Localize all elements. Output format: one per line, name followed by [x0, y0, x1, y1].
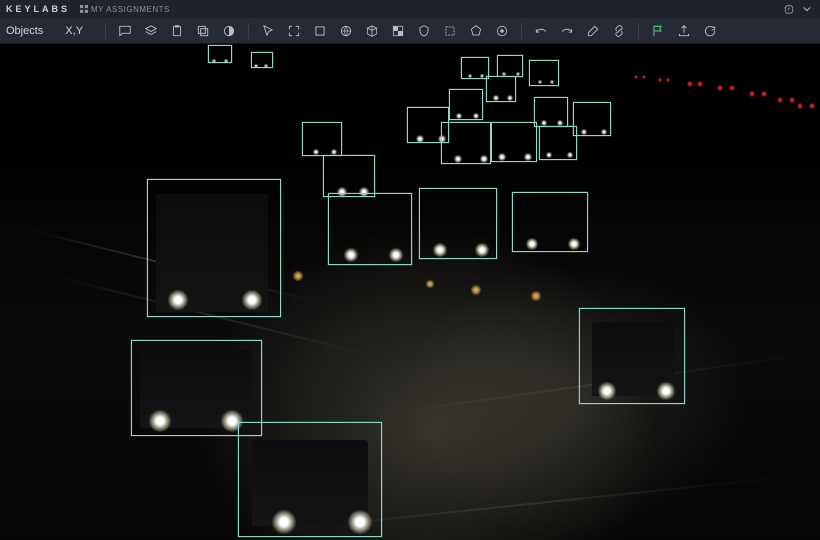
copy-icon[interactable] — [192, 20, 214, 42]
export-icon[interactable] — [673, 20, 695, 42]
image-canvas[interactable] — [0, 44, 820, 540]
cursor-icon[interactable] — [257, 20, 279, 42]
taillight — [749, 91, 755, 97]
amber-light — [426, 280, 434, 288]
coords-label: X,Y — [65, 25, 83, 37]
breadcrumb-label: MY ASSIGNMENTS — [91, 5, 170, 14]
breadcrumb[interactable]: MY ASSIGNMENTS — [80, 5, 170, 14]
bounding-box[interactable] — [512, 192, 588, 252]
bounding-box[interactable] — [419, 188, 497, 259]
bounding-box[interactable] — [449, 89, 483, 120]
checker-icon[interactable] — [387, 20, 409, 42]
taillight — [634, 75, 638, 79]
bounding-box[interactable] — [441, 122, 491, 164]
refresh-icon[interactable] — [699, 20, 721, 42]
amber-light — [471, 285, 481, 295]
layers-icon[interactable] — [140, 20, 162, 42]
taillight — [729, 85, 735, 91]
bounding-box[interactable] — [323, 155, 375, 197]
taillight — [642, 75, 646, 79]
taillight — [658, 78, 662, 82]
globe-icon[interactable] — [335, 20, 357, 42]
bounding-box[interactable] — [208, 45, 232, 63]
amber-light — [293, 271, 303, 281]
contrast-icon[interactable] — [218, 20, 240, 42]
grid-icon — [80, 5, 88, 13]
bounding-box[interactable] — [251, 52, 273, 68]
bounding-box[interactable] — [579, 308, 685, 404]
amber-light — [531, 291, 541, 301]
bounding-box[interactable] — [491, 122, 537, 162]
bounding-box[interactable] — [302, 122, 342, 156]
separator — [638, 23, 639, 39]
cube-icon[interactable] — [361, 20, 383, 42]
bounding-box[interactable] — [539, 126, 577, 160]
taillight — [761, 91, 767, 97]
chat-icon[interactable] — [114, 20, 136, 42]
bounding-box[interactable] — [147, 179, 281, 317]
bounding-box[interactable] — [238, 422, 382, 537]
help-button[interactable] — [782, 2, 796, 16]
taillight — [789, 97, 795, 103]
taillight — [687, 81, 693, 87]
bounding-box[interactable] — [534, 97, 568, 127]
toolbar: Objects X,Y — [0, 18, 820, 44]
bounding-box[interactable] — [328, 193, 412, 265]
bounding-box[interactable] — [497, 55, 523, 77]
bounding-box[interactable] — [486, 76, 516, 102]
bbox-icon[interactable] — [309, 20, 331, 42]
flag-icon[interactable] — [647, 20, 669, 42]
bounding-box[interactable] — [461, 57, 489, 79]
clipboard-icon[interactable] — [166, 20, 188, 42]
objects-label[interactable]: Objects — [6, 25, 43, 37]
titlebar: KEYLABS MY ASSIGNMENTS — [0, 0, 820, 18]
shield-icon[interactable] — [413, 20, 435, 42]
point-icon[interactable] — [491, 20, 513, 42]
link-icon[interactable] — [608, 20, 630, 42]
chevron-down-icon[interactable] — [800, 2, 814, 16]
separator — [248, 23, 249, 39]
separator — [521, 23, 522, 39]
dashed-box-icon[interactable] — [439, 20, 461, 42]
brand-logo: KEYLABS — [6, 4, 70, 14]
separator — [105, 23, 106, 39]
eraser-icon[interactable] — [582, 20, 604, 42]
taillight — [777, 97, 783, 103]
expand-icon[interactable] — [283, 20, 305, 42]
polygon-icon[interactable] — [465, 20, 487, 42]
taillight — [809, 103, 815, 109]
taillight — [666, 78, 670, 82]
undo-icon[interactable] — [530, 20, 552, 42]
bounding-box[interactable] — [573, 102, 611, 136]
taillight — [697, 81, 703, 87]
redo-icon[interactable] — [556, 20, 578, 42]
bounding-box[interactable] — [529, 60, 559, 86]
taillight — [717, 85, 723, 91]
taillight — [797, 103, 803, 109]
